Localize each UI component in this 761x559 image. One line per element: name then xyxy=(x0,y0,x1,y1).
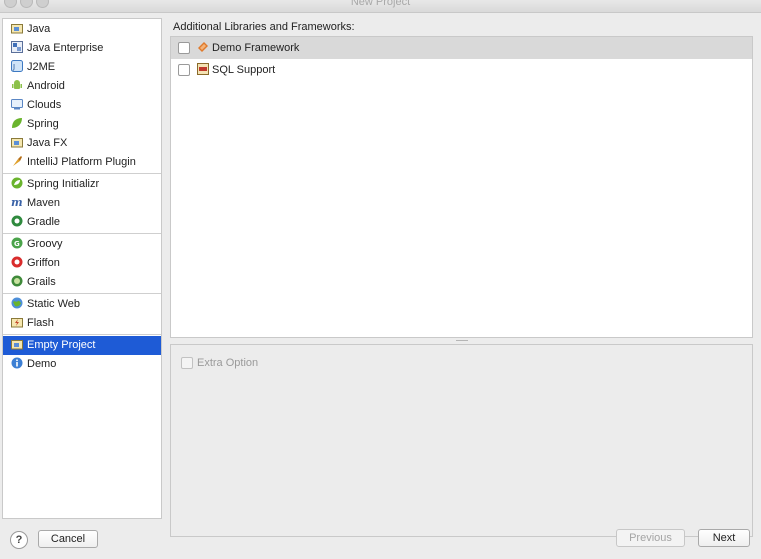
sidebar-item-label: Java xyxy=(27,23,51,35)
sidebar-item-label: Groovy xyxy=(27,238,63,250)
window-title: New Project xyxy=(350,0,411,8)
library-item-sql-support[interactable]: SQL Support xyxy=(171,59,752,81)
info-icon xyxy=(11,357,23,369)
library-label: SQL Support xyxy=(212,64,276,76)
sidebar-item-label: Clouds xyxy=(27,99,62,111)
groovy-icon: G xyxy=(11,237,23,249)
project-settings-panel: Additional Libraries and Frameworks: Dem… xyxy=(170,18,755,537)
sidebar-item-label: Spring Initializr xyxy=(27,178,100,190)
project-type-java-enterprise[interactable]: Java Enterprise xyxy=(3,39,161,58)
j2me-icon: J xyxy=(11,60,23,72)
project-type-group: Static Web Flash xyxy=(3,294,161,335)
project-type-java[interactable]: Java xyxy=(3,20,161,39)
sidebar-item-label: Empty Project xyxy=(27,339,96,351)
window-titlebar: New Project xyxy=(0,0,761,13)
empty-project-folder-icon xyxy=(11,340,23,350)
maven-icon: m xyxy=(11,196,23,208)
plugin-icon xyxy=(13,156,22,166)
project-type-android[interactable]: Android xyxy=(3,77,161,96)
help-button[interactable]: ? xyxy=(10,531,28,549)
project-type-group: Spring Initializr m Maven Gradle xyxy=(3,174,161,234)
library-checkbox[interactable] xyxy=(178,42,190,54)
project-type-static-web[interactable]: Static Web xyxy=(3,295,161,314)
sidebar-item-label: IntelliJ Platform Plugin xyxy=(27,156,136,168)
project-type-spring[interactable]: Spring xyxy=(3,115,161,134)
extra-option: Extra Option xyxy=(181,356,258,370)
next-button[interactable]: Next xyxy=(698,529,750,547)
dialog-footer: ? Cancel Previous Next xyxy=(0,520,761,559)
java-folder-icon xyxy=(11,24,23,34)
project-type-list: Java Java Enterprise J J2ME Android Cloud… xyxy=(2,18,162,519)
previous-button: Previous xyxy=(616,529,685,547)
project-type-group: Empty Project Demo xyxy=(3,335,161,375)
clouds-icon xyxy=(11,99,23,110)
framework-options-panel: Extra Option xyxy=(170,344,753,537)
android-icon xyxy=(12,80,22,89)
java-enterprise-icon xyxy=(11,41,23,53)
library-checkbox[interactable] xyxy=(178,64,190,76)
libraries-section-title: Additional Libraries and Frameworks: xyxy=(173,21,355,33)
demo-framework-icon xyxy=(198,42,208,52)
project-type-clouds[interactable]: Clouds xyxy=(3,96,161,115)
project-type-group: Java Java Enterprise J J2ME Android Cloud… xyxy=(3,19,161,174)
library-label: Demo Framework xyxy=(212,42,300,54)
project-type-intellij-platform-plugin[interactable]: IntelliJ Platform Plugin xyxy=(3,153,161,172)
sidebar-item-label: Static Web xyxy=(27,298,80,310)
project-type-grails[interactable]: Grails xyxy=(3,273,161,292)
project-type-group: G Groovy Griffon Grails xyxy=(3,234,161,294)
extra-option-label: Extra Option xyxy=(197,357,259,369)
project-type-demo[interactable]: Demo xyxy=(3,355,161,374)
cancel-button[interactable]: Cancel xyxy=(38,530,98,548)
flash-icon xyxy=(11,318,23,328)
sidebar-item-label: Flash xyxy=(27,317,54,329)
project-type-flash[interactable]: Flash xyxy=(3,314,161,333)
sidebar-item-label: Griffon xyxy=(27,257,60,269)
project-type-groovy[interactable]: G Groovy xyxy=(3,235,161,254)
sidebar-item-label: Grails xyxy=(27,276,56,288)
svg-text:m: m xyxy=(11,196,23,208)
sidebar-item-label: Maven xyxy=(27,197,61,209)
project-type-spring-initializr[interactable]: Spring Initializr xyxy=(3,175,161,194)
sidebar-item-label: Java Enterprise xyxy=(27,42,104,54)
svg-text:J: J xyxy=(12,63,15,71)
library-item-demo-framework[interactable]: Demo Framework xyxy=(171,37,752,59)
spring-leaf-icon xyxy=(12,118,22,128)
grails-icon xyxy=(11,275,23,287)
project-type-maven[interactable]: m Maven xyxy=(3,194,161,213)
extra-option-checkbox xyxy=(181,357,193,369)
sidebar-item-label: Java FX xyxy=(27,137,68,149)
project-type-empty-project[interactable]: Empty Project xyxy=(3,336,161,355)
sidebar-item-label: Demo xyxy=(27,358,57,370)
spring-initializr-icon xyxy=(11,177,23,189)
sidebar-item-label: Android xyxy=(27,80,65,92)
svg-text:G: G xyxy=(14,240,20,248)
globe-icon xyxy=(11,297,23,309)
gradle-icon xyxy=(11,215,23,227)
sidebar-item-label: Gradle xyxy=(27,216,61,228)
javafx-folder-icon xyxy=(11,138,23,148)
project-type-griffon[interactable]: Griffon xyxy=(3,254,161,273)
sql-icon xyxy=(197,63,209,75)
griffon-icon xyxy=(11,256,23,268)
sidebar-item-label: Spring xyxy=(27,118,59,130)
project-type-javafx[interactable]: Java FX xyxy=(3,134,161,153)
libraries-list: Demo Framework SQL Support xyxy=(170,36,753,338)
sidebar-item-label: J2ME xyxy=(27,61,56,73)
project-type-j2me[interactable]: J J2ME xyxy=(3,58,161,77)
project-type-gradle[interactable]: Gradle xyxy=(3,213,161,232)
